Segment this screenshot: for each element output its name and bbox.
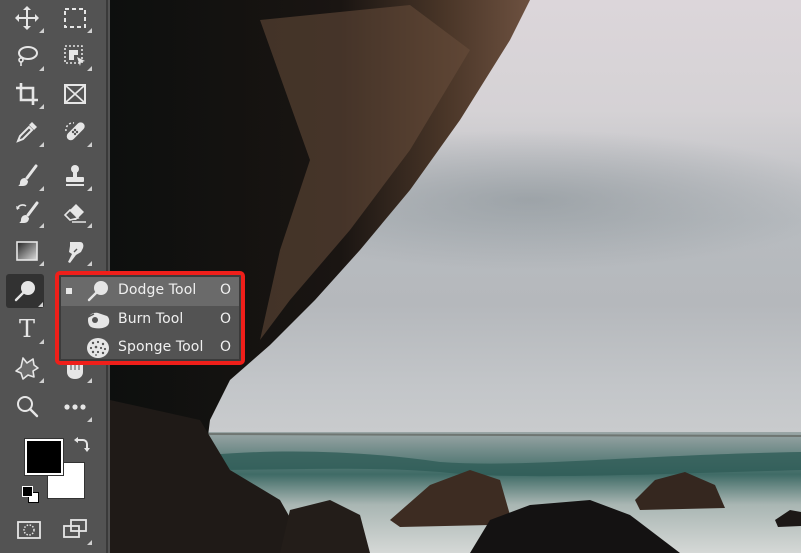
quick-mask-icon [17, 521, 41, 539]
submenu-indicator [39, 104, 44, 109]
eraser-tool[interactable] [57, 197, 93, 229]
flyout-item-label: Sponge Tool [118, 339, 204, 355]
eyedropper-tool[interactable] [9, 116, 45, 148]
sponge-icon [87, 338, 109, 358]
brush-icon [18, 164, 38, 186]
foreground-color-swatch[interactable] [25, 439, 63, 475]
eraser-icon [63, 204, 86, 223]
gradient-tool[interactable] [9, 235, 45, 267]
submenu-indicator [39, 339, 44, 344]
object-selection-tool[interactable] [57, 40, 93, 72]
submenu-indicator [87, 261, 92, 266]
smudge-tool[interactable] [57, 235, 93, 267]
submenu-indicator [87, 417, 92, 422]
submenu-indicator [87, 66, 92, 71]
more-icon [64, 404, 86, 410]
submenu-indicator [87, 142, 92, 147]
gradient-icon [16, 241, 38, 261]
flyout-item-burn-tool[interactable]: Burn Tool O [61, 306, 239, 335]
history-brush-tool[interactable] [9, 197, 45, 229]
stamp-icon [66, 165, 84, 186]
shape-icon [15, 357, 39, 380]
type-tool[interactable]: T [9, 313, 45, 345]
quick-mask-button[interactable] [11, 514, 47, 546]
frame-icon [64, 84, 86, 104]
submenu-indicator [39, 378, 44, 383]
flyout-item-sponge-tool[interactable]: Sponge Tool O [61, 334, 239, 363]
swap-arrows-icon [74, 437, 90, 452]
move-icon [15, 6, 39, 30]
frame-tool[interactable] [57, 78, 93, 110]
toning-tools-flyout: Dodge Tool O Burn Tool O Sponge Tool O [55, 271, 245, 365]
crop-tool[interactable] [9, 78, 45, 110]
shortcut-key: O [219, 282, 231, 298]
brush-tool[interactable] [9, 160, 45, 192]
default-colors-button[interactable] [22, 486, 40, 504]
burn-icon [87, 312, 110, 328]
flyout-item-label: Burn Tool [118, 310, 184, 327]
object-selection-icon [64, 45, 85, 66]
submenu-indicator [39, 186, 44, 191]
submenu-indicator [87, 28, 92, 33]
submenu-indicator [87, 186, 92, 191]
edit-toolbar-button[interactable] [57, 391, 93, 423]
bandage-icon [65, 122, 85, 141]
eyedropper-icon [16, 122, 37, 143]
submenu-indicator [39, 28, 44, 33]
submenu-indicator [39, 261, 44, 266]
shortcut-key: O [219, 310, 231, 327]
crop-icon [16, 83, 38, 105]
move-tool[interactable] [9, 2, 45, 34]
dodge-icon [87, 281, 108, 302]
marquee-icon [64, 8, 86, 28]
history-brush-icon [16, 201, 39, 223]
lasso-tool[interactable] [9, 40, 45, 72]
type-icon: T [18, 315, 35, 343]
selected-indicator [66, 288, 72, 294]
rectangular-marquee-tool[interactable] [57, 2, 93, 34]
submenu-indicator [87, 223, 92, 228]
swap-colors-button[interactable] [73, 435, 91, 453]
flyout-item-label: Dodge Tool [118, 282, 197, 298]
dodge-icon [14, 281, 35, 302]
dodge-tool[interactable] [6, 274, 44, 308]
submenu-indicator [39, 223, 44, 228]
zoom-icon [17, 396, 39, 418]
screen-mode-button[interactable] [57, 514, 93, 546]
submenu-indicator [39, 142, 44, 147]
lasso-icon [18, 46, 38, 66]
submenu-indicator [38, 302, 43, 307]
smudge-icon [68, 242, 84, 263]
custom-shape-tool[interactable] [9, 352, 45, 384]
screen-mode-icon [63, 519, 87, 538]
submenu-indicator [87, 378, 92, 383]
default-foreground-icon [22, 486, 33, 497]
flyout-item-dodge-tool[interactable]: Dodge Tool O [61, 277, 239, 306]
submenu-indicator [87, 540, 92, 545]
clone-stamp-tool[interactable] [57, 160, 93, 192]
zoom-tool[interactable] [9, 391, 45, 423]
shortcut-key: O [219, 339, 231, 355]
submenu-indicator [39, 66, 44, 71]
spot-healing-brush-tool[interactable] [57, 116, 93, 148]
